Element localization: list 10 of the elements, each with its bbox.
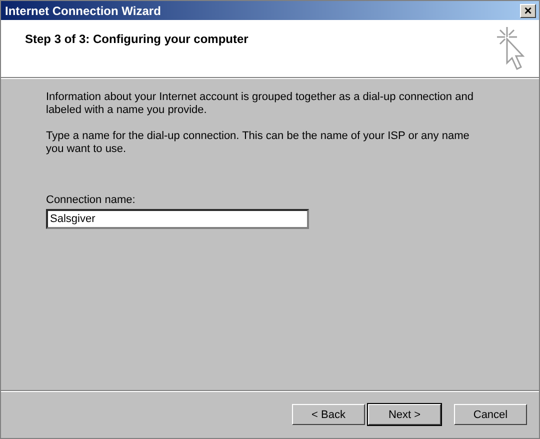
instruction-text: Information about your Internet account is grouped together as a dial-up connection and labeled with a name you provide. [46, 91, 474, 117]
step-title: Step 3 of 3: Configuring your computer [25, 32, 248, 48]
dialog-button[interactable]: < Back [292, 404, 365, 425]
dialog-button[interactable]: Next > [368, 404, 441, 425]
dialog-button[interactable]: Cancel [454, 404, 527, 425]
instruction-text: Type a name for the dial-up connection. This can be the name of your ISP or any name you want to use. [46, 130, 470, 156]
window-title: Internet Connection Wizard [5, 4, 161, 18]
field-label: Connection name: [46, 194, 136, 206]
close-button[interactable]: × [520, 4, 536, 18]
connection-name-field[interactable]: Salsgiver [46, 209, 309, 229]
